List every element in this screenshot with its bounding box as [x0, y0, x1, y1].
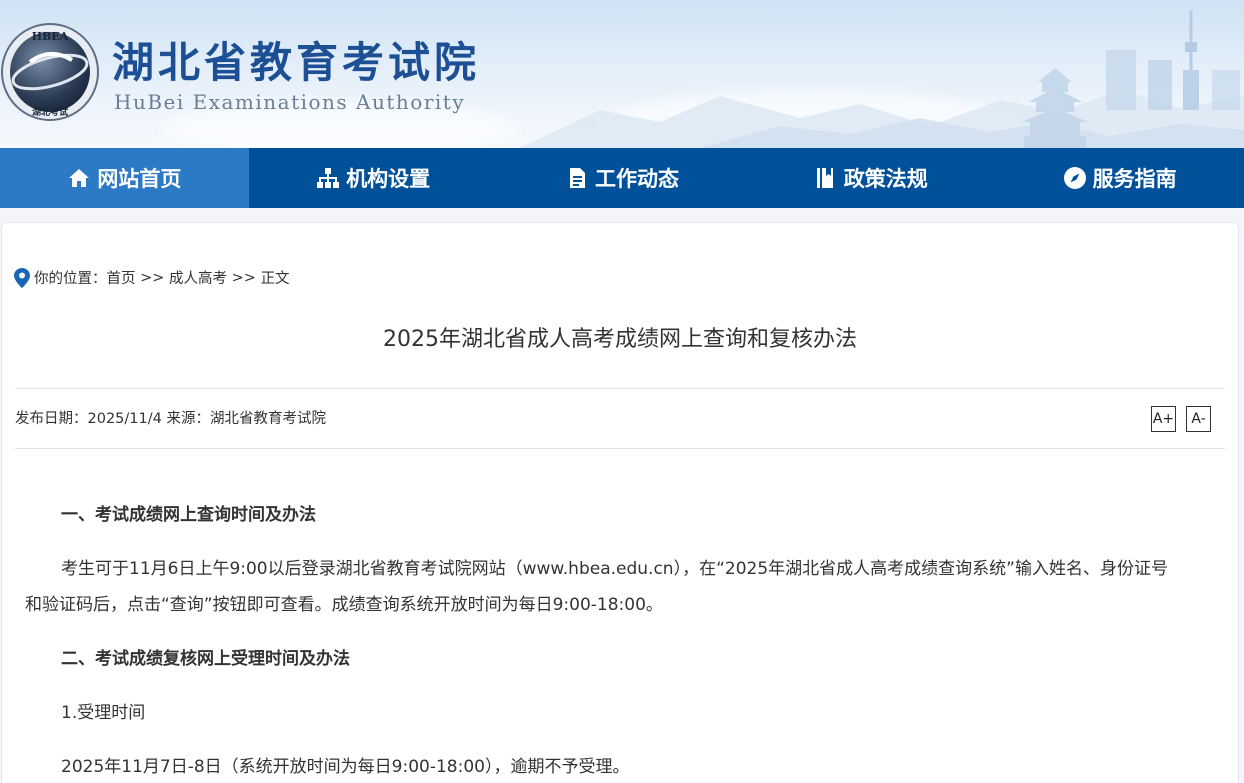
- nav-item-service[interactable]: 服务指南: [995, 148, 1244, 208]
- breadcrumb-separator: >>: [231, 269, 256, 286]
- publish-date: 2025/11/4: [87, 411, 162, 427]
- home-icon: [67, 166, 91, 190]
- location-pin-icon: [14, 267, 30, 288]
- nav-item-label: 网站首页: [97, 167, 182, 191]
- nav-item-label: 政策法规: [843, 167, 928, 191]
- site-title: 湖北省教育考试院: [112, 38, 481, 87]
- article-card: 你的位置： 首页 >> 成人高考 >> 正文 2025年湖北省成人高考成绩网上查…: [1, 222, 1239, 783]
- meta-divider: [15, 448, 1225, 449]
- section1-heading: 一、考试成绩网上查询时间及办法: [61, 505, 316, 525]
- main-nav: 网站首页 机构设置 工作动态 政策法规 服务指南: [0, 148, 1244, 208]
- font-decrease-button[interactable]: A-: [1186, 406, 1211, 432]
- title-divider: [15, 388, 1225, 389]
- nav-item-policy[interactable]: 政策法规: [746, 148, 995, 208]
- nav-item-home[interactable]: 网站首页: [0, 148, 249, 208]
- source-label: 来源：: [166, 411, 210, 427]
- hbea-logo: HBEA 湖北考试: [1, 23, 99, 121]
- nav-item-organization[interactable]: 机构设置: [249, 148, 498, 208]
- breadcrumb-prefix: 你的位置：: [34, 271, 107, 287]
- article-meta: 发布日期：2025/11/4 来源：湖北省教育考试院: [15, 407, 326, 428]
- nav-item-news[interactable]: 工作动态: [498, 148, 747, 208]
- svg-text:湖北考试: 湖北考试: [32, 106, 68, 118]
- section2-heading: 二、考试成绩复核网上受理时间及办法: [61, 649, 350, 669]
- article-source: 湖北省教育考试院: [209, 411, 326, 427]
- article-title: 2025年湖北省成人高考成绩网上查询和复核办法: [383, 327, 857, 352]
- document-icon: [565, 166, 589, 190]
- book-icon: [814, 166, 838, 190]
- nav-item-label: 服务指南: [1092, 167, 1177, 191]
- header-banner: HBEA 湖北考试 湖北省教育考试院 HuBei Examinations Au…: [0, 0, 1244, 148]
- date-label: 发布日期：: [15, 411, 88, 427]
- breadcrumb-home[interactable]: 首页: [107, 267, 136, 288]
- breadcrumb-adult-exam[interactable]: 成人高考: [169, 267, 227, 288]
- nav-item-label: 工作动态: [594, 167, 679, 191]
- compass-icon: [1063, 166, 1087, 190]
- breadcrumb: 你的位置： 首页 >> 成人高考 >> 正文: [14, 267, 290, 288]
- font-increase-button[interactable]: A+: [1151, 406, 1176, 432]
- section2-subheading: 1.受理时间: [61, 703, 146, 723]
- svg-text:HBEA: HBEA: [32, 30, 69, 43]
- site-subtitle: HuBei Examinations Authority: [114, 90, 466, 114]
- sitemap-icon: [316, 166, 340, 190]
- section2-paragraph: 2025年11月7日-8日（系统开放时间为每日9:00-18:00），逾期不予受…: [61, 757, 630, 777]
- section1-paragraph-line1: 考生可于11月6日上午9:00以后登录湖北省教育考试院网站（www.hbea.e…: [61, 559, 1168, 579]
- breadcrumb-current: 正文: [260, 271, 290, 287]
- nav-item-label: 机构设置: [346, 167, 431, 191]
- breadcrumb-separator: >>: [140, 269, 165, 286]
- section1-paragraph-line2: 和验证码后，点击“查询”按钮即可查看。成绩查询系统开放时间为每日9:00-18:…: [25, 595, 663, 615]
